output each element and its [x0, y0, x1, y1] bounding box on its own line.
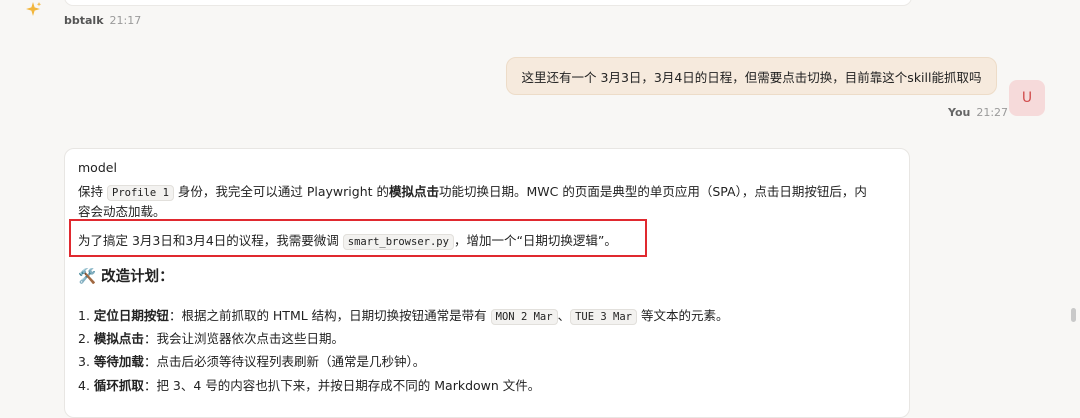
- plan-heading: 🛠️ 改造计划：: [78, 265, 174, 286]
- plan-step-1: 1. 定位日期按钮：根据之前抓取的 HTML 结构，日期切换按钮通常是带有 MO…: [78, 305, 729, 325]
- bot-timestamp: 21:17: [109, 14, 142, 27]
- step-bold: 模拟点击: [93, 331, 144, 346]
- step-text: ：点击后必须等待议程列表刷新（通常是几秒钟）。: [143, 354, 426, 369]
- p1-text-c: 功能切换日期。MWC 的页面是典型的单页应用（SPA），点击日期按钮后，内: [439, 184, 867, 199]
- user-timestamp: 21:27: [976, 106, 1009, 119]
- profile-code: Profile 1: [107, 185, 174, 201]
- step-bold: 定位日期按钮: [93, 308, 169, 323]
- p1-text-b: 身份，我完全可以通过 Playwright 的: [177, 184, 389, 199]
- tools-icon: 🛠️: [78, 269, 97, 285]
- code-tue-3-mar: TUE 3 Mar: [570, 309, 637, 325]
- bot-avatar: [22, 0, 46, 20]
- step-text: ：把 3、4 号的内容也扒下来，并按日期存成不同的 Markdown 文件。: [143, 378, 541, 393]
- plan-step-2: 2. 模拟点击：我会让浏览器依次点击这些日期。: [78, 328, 344, 347]
- p1-text-d: 容会动态加载。: [78, 204, 166, 219]
- plan-title-text: 改造计划：: [101, 269, 174, 285]
- reply-paragraph-1: 保持 Profile 1 身份，我完全可以通过 Playwright 的模拟点击…: [78, 181, 867, 201]
- bot-name: bbtalk: [64, 14, 104, 27]
- step-number: 1.: [78, 308, 90, 323]
- user-avatar-letter: U: [1021, 90, 1033, 106]
- sparkle-icon: [26, 2, 42, 16]
- step-separator: 、: [557, 308, 571, 323]
- red-highlight-box: [69, 219, 647, 257]
- user-name: You: [948, 106, 971, 119]
- step-number: 4.: [78, 378, 90, 393]
- step-bold: 循环抓取: [93, 378, 144, 393]
- step-text: ：我会让浏览器依次点击这些日期。: [143, 331, 344, 346]
- bot-message-meta: bbtalk 21:17: [64, 14, 141, 27]
- previous-message-card: [64, 0, 912, 6]
- p1-bold: 模拟点击: [389, 184, 440, 199]
- step-number: 2.: [78, 331, 90, 346]
- plan-step-4: 4. 循环抓取：把 3、4 号的内容也扒下来，并按日期存成不同的 Markdow…: [78, 375, 540, 394]
- model-label: model: [78, 160, 117, 175]
- step-bold: 等待加载: [93, 354, 144, 369]
- step-text-b: 等文本的元素。: [640, 308, 729, 323]
- user-message-bubble: 这里还有一个 3月3日，3月4日的日程，但需要点击切换，目前靠这个skill能抓…: [506, 57, 997, 95]
- user-avatar[interactable]: U: [1009, 80, 1045, 116]
- user-message-text: 这里还有一个 3月3日，3月4日的日程，但需要点击切换，目前靠这个skill能抓…: [521, 69, 982, 85]
- p1-text-a: 保持: [78, 184, 104, 199]
- user-message-meta: You 21:27: [948, 106, 1008, 119]
- scrollbar-thumb[interactable]: [1071, 308, 1076, 322]
- plan-step-3: 3. 等待加载：点击后必须等待议程列表刷新（通常是几秒钟）。: [78, 351, 425, 370]
- step-text: ：根据之前抓取的 HTML 结构，日期切换按钮通常是带有: [168, 308, 487, 323]
- step-number: 3.: [78, 354, 90, 369]
- code-mon-2-mar: MON 2 Mar: [490, 309, 558, 325]
